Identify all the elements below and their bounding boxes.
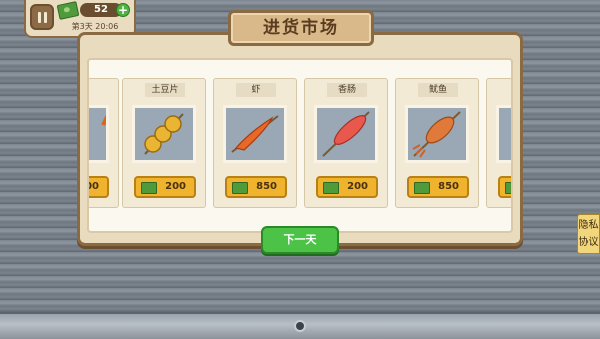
pause-button[interactable]	[30, 4, 54, 30]
item-card-shrimp[interactable]: 虾 850	[213, 78, 297, 208]
add-money-button[interactable]: +	[116, 3, 130, 17]
cash-icon	[414, 182, 430, 194]
item-card[interactable]	[486, 78, 511, 208]
price-value: 850	[438, 181, 459, 192]
sausage-skewer-icon	[314, 105, 378, 163]
item-name: 虾	[236, 83, 276, 97]
squid-skewer-icon	[405, 105, 469, 163]
item-card-squid[interactable]: 鱿鱼 850	[395, 78, 479, 208]
price-button[interactable]: 200	[134, 176, 196, 198]
market-title: 进货市场	[228, 10, 374, 46]
potato-skewer-icon	[132, 105, 196, 163]
privacy-label-line2: 协议	[578, 237, 599, 248]
cash-icon	[141, 182, 157, 194]
partial-item-icon	[496, 105, 511, 163]
next-day-button[interactable]: 下一天	[261, 226, 339, 254]
price-button[interactable]: 850	[407, 176, 469, 198]
pause-icon	[37, 11, 41, 23]
price-value: 00	[89, 181, 99, 192]
partial-item-icon	[89, 105, 109, 163]
price-value: 200	[165, 181, 186, 192]
lock-icon	[294, 320, 306, 332]
price-value: 850	[256, 181, 277, 192]
price-value: 200	[347, 181, 368, 192]
price-button[interactable]: 00	[89, 176, 109, 198]
item-card-potato[interactable]: 土豆片 200	[122, 78, 206, 208]
price-button[interactable]: 200	[316, 176, 378, 198]
item-scroll-area[interactable]: 00 土豆片 200 虾 850	[87, 58, 513, 233]
item-name: 土豆片	[145, 83, 185, 97]
item-name: 香肠	[327, 83, 367, 97]
pause-icon-bar	[43, 11, 47, 23]
price-button[interactable]: 850	[225, 176, 287, 198]
cash-icon	[232, 182, 248, 194]
privacy-policy-button[interactable]: 隐私 协议	[577, 214, 600, 254]
item-card[interactable]: 00	[89, 78, 119, 208]
cash-icon	[505, 182, 511, 194]
money-icon	[56, 1, 80, 20]
price-button[interactable]	[498, 176, 511, 198]
privacy-label-line1: 隐私	[578, 220, 599, 231]
item-name: 鱿鱼	[418, 83, 458, 97]
item-card-sausage[interactable]: 香肠 200	[304, 78, 388, 208]
cash-icon	[323, 182, 339, 194]
shrimp-skewer-icon	[223, 105, 287, 163]
